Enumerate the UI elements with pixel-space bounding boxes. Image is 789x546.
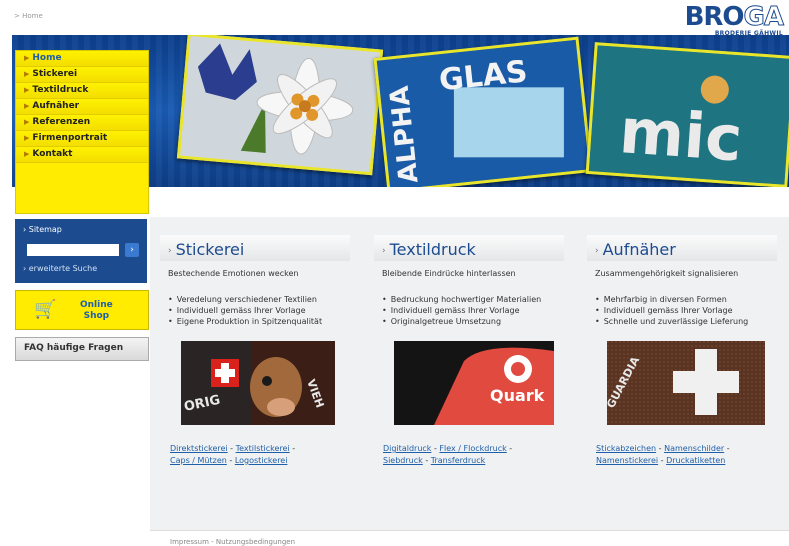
link-namenstickerei[interactable]: Namenstickerei <box>596 456 658 465</box>
stickerei-links: Direktstickerei - Textilstickerei - Caps… <box>170 444 296 465</box>
link-textilstickerei[interactable]: Textilstickerei <box>236 444 290 453</box>
advanced-search-link[interactable]: › erweiterte Suche <box>23 264 97 273</box>
link-caps-muetzen[interactable]: Caps / Mützen <box>170 456 227 465</box>
column-title[interactable]: › Aufnäher <box>587 235 777 261</box>
aufnaeher-links: Stickabzeichen - Namenschilder - Namenst… <box>596 444 730 465</box>
content-area: › Stickerei Bestechende Emotionen wecken … <box>150 217 789 531</box>
bullet-item: Eigene Produktion in Spitzenqualität <box>168 316 350 327</box>
textildruck-links: Digitaldruck - Flex / Flockdruck - Siebd… <box>383 444 513 465</box>
link-direktstickerei[interactable]: Direktstickerei <box>170 444 228 453</box>
link-logostickerei[interactable]: Logostickerei <box>235 456 288 465</box>
patch-alphaglas: GLAS ALPHA <box>373 36 593 187</box>
logo-text-ga: GA <box>743 2 784 33</box>
column-subtitle: Bestechende Emotionen wecken <box>168 269 299 278</box>
column-aufnaeher: › Aufnäher Zusammengehörigkeit signalisie… <box>587 235 777 327</box>
nav-home[interactable]: ▶ Home <box>16 51 148 67</box>
patch-edelweiss <box>176 35 384 176</box>
column-textildruck: › Textildruck Bleibende Eindrücke hinterl… <box>374 235 564 327</box>
link-flex-flockdruck[interactable]: Flex / Flockdruck <box>439 444 506 453</box>
patch-mic: mic <box>585 42 789 187</box>
column-title[interactable]: › Textildruck <box>374 235 564 261</box>
logo[interactable]: BROGA BRODERIE GÄHWIL <box>684 2 785 38</box>
logo-text-bro: BRO <box>684 2 745 32</box>
nav-kontakt[interactable]: ▶ Kontakt <box>16 147 148 163</box>
nav-aufnaeher[interactable]: ▶ Aufnäher <box>16 99 148 115</box>
stickerei-image[interactable]: ORIG VIEH <box>181 341 335 425</box>
aufnaeher-image[interactable]: GUARDIA <box>607 341 765 425</box>
column-title[interactable]: › Stickerei <box>160 235 350 261</box>
bullet-item: Individuell gemäss Ihrer Vorlage <box>168 305 350 316</box>
breadcrumb[interactable]: > Home <box>14 12 43 20</box>
shopping-cart-icon: 🛒 <box>34 299 57 320</box>
link-transferdruck[interactable]: Transferdruck <box>431 456 486 465</box>
nav-textildruck[interactable]: ▶ Textildruck <box>16 83 148 99</box>
textildruck-image[interactable]: Quark <box>394 341 554 425</box>
bullet-item: Originalgetreue Umsetzung <box>382 316 564 327</box>
nav-stickerei[interactable]: ▶ Stickerei <box>16 67 148 83</box>
sitemap-link[interactable]: › Sitemap <box>23 225 62 234</box>
faq-button[interactable]: FAQ häufige Fragen <box>15 337 149 361</box>
search-go-button[interactable]: › <box>125 243 139 257</box>
search-input[interactable] <box>27 244 119 256</box>
nav-firmenportrait[interactable]: ▶ Firmenportrait <box>16 131 148 147</box>
link-siebdruck[interactable]: Siebdruck <box>383 456 423 465</box>
link-druckatiketten[interactable]: Druckatiketten <box>666 456 725 465</box>
bullet-item: Mehrfarbig in diversen Formen <box>595 294 777 305</box>
column-stickerei: › Stickerei Bestechende Emotionen wecken … <box>160 235 350 327</box>
column-subtitle: Bleibende Eindrücke hinterlassen <box>382 269 516 278</box>
bullet-item: Individuell gemäss Ihrer Vorlage <box>595 305 777 316</box>
online-shop-button[interactable]: 🛒 Online Shop <box>15 290 149 330</box>
bullet-item: Veredelung verschiedener Textilien <box>168 294 350 305</box>
bullet-item: Bedruckung hochwertiger Materialien <box>382 294 564 305</box>
link-digitaldruck[interactable]: Digitaldruck <box>383 444 431 453</box>
bullet-item: Individuell gemäss Ihrer Vorlage <box>382 305 564 316</box>
nav-referenzen[interactable]: ▶ Referenzen <box>16 115 148 131</box>
search-panel: › Sitemap › › erweiterte Suche <box>15 219 147 283</box>
patch-mic-text: mic <box>617 94 744 175</box>
link-stickabzeichen[interactable]: Stickabzeichen <box>596 444 656 453</box>
main-navigation: ▶ Home ▶ Stickerei ▶ Textildruck ▶ Aufnäher … <box>15 50 149 214</box>
column-subtitle: Zusammengehörigkeit signalisieren <box>595 269 739 278</box>
svg-text:Quark: Quark <box>490 386 545 405</box>
bullet-item: Schnelle und zuverlässige Lieferung <box>595 316 777 327</box>
link-namenschilder[interactable]: Namenschilder <box>664 444 724 453</box>
